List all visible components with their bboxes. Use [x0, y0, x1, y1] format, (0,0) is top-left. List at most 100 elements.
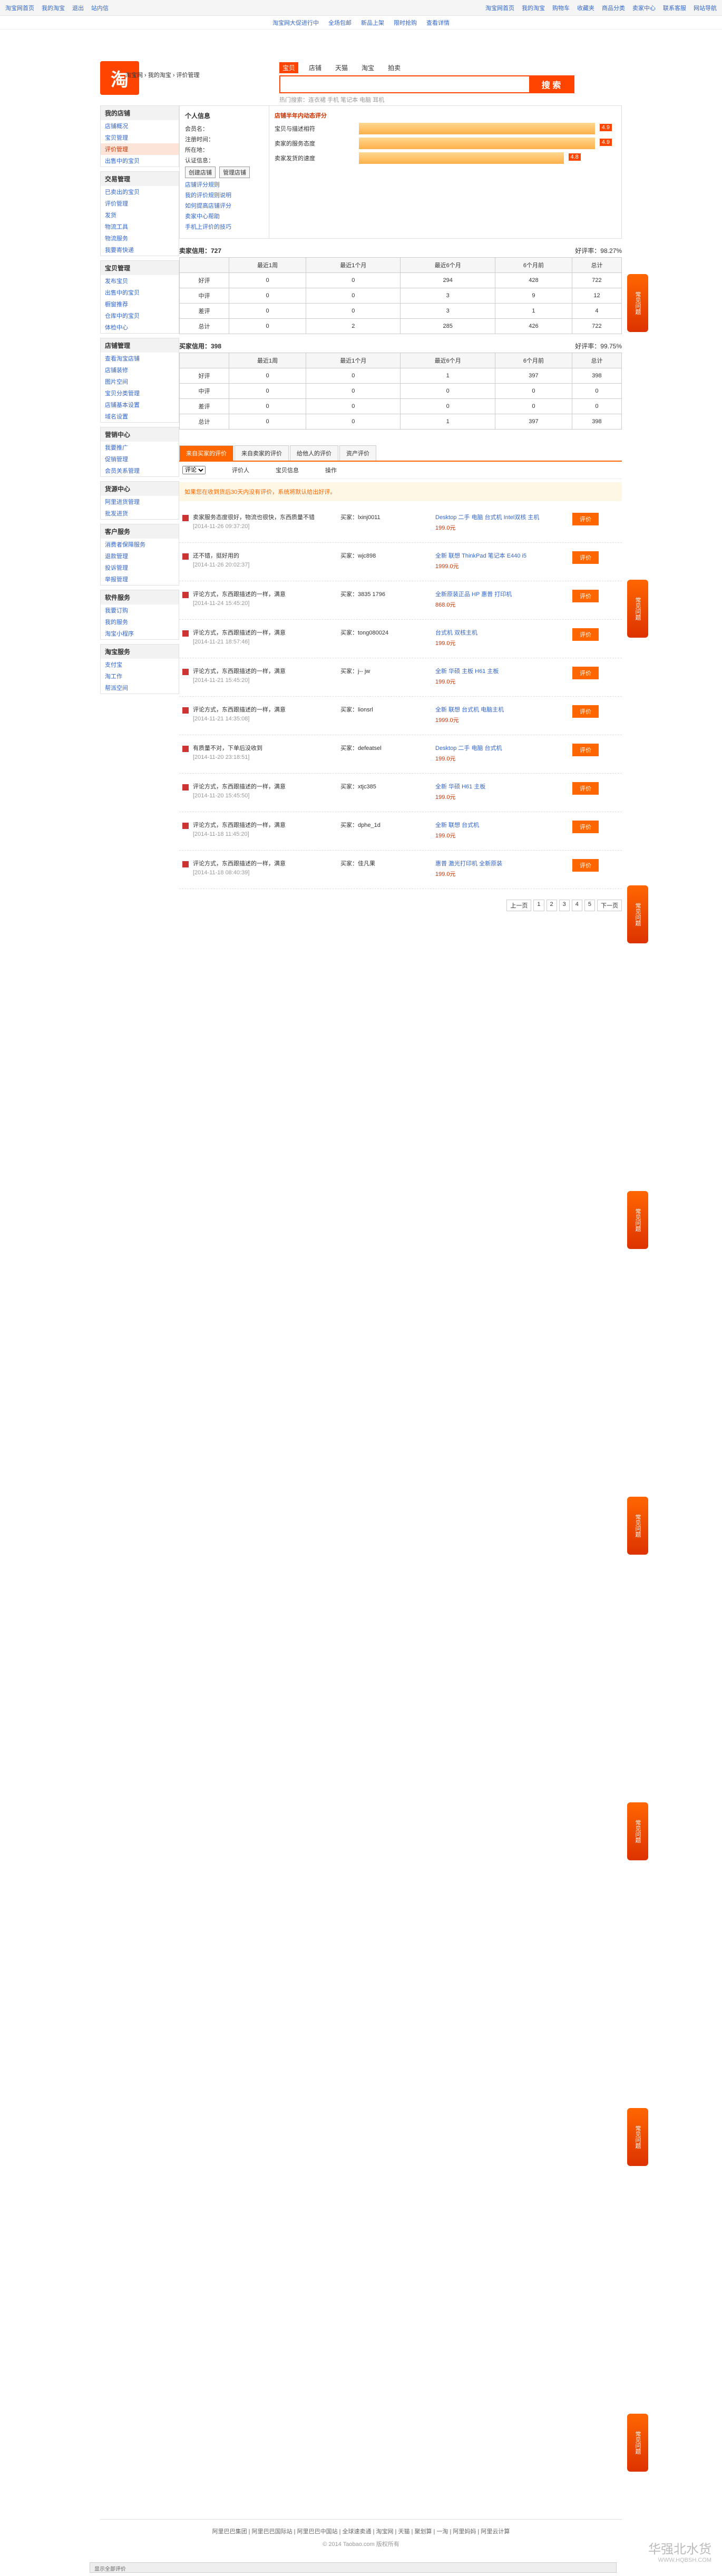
faq-mascot[interactable]: 常见问题 — [627, 274, 648, 332]
sidebar-item[interactable]: 退款管理 — [101, 550, 179, 562]
review-product[interactable]: 全新 华硕 H61 主板 199.0元 — [435, 782, 572, 803]
reviewer[interactable]: 买家：lionsrl — [340, 705, 435, 726]
pager-button[interactable]: 1 — [533, 900, 544, 911]
table-cell[interactable]: 12 — [571, 288, 622, 304]
sidebar-item[interactable]: 查看淘宝店铺 — [101, 353, 179, 364]
reply-button[interactable]: 评价 — [572, 782, 599, 795]
product-name[interactable]: 台式机 双核主机 — [435, 630, 477, 636]
pager-button[interactable]: 4 — [571, 900, 582, 911]
table-cell[interactable]: 722 — [571, 318, 622, 334]
sidebar-item[interactable]: 出售中的宝贝 — [101, 155, 179, 167]
review-tab[interactable]: 来自买家的评价 — [179, 445, 233, 461]
profile-link[interactable]: 我的评价规则说明 — [185, 191, 264, 199]
sidebar-item[interactable]: 橱窗推荐 — [101, 298, 179, 310]
sidebar-item[interactable]: 消费者保障服务 — [101, 539, 179, 550]
reply-button[interactable]: 评价 — [572, 859, 599, 872]
sidebar-item[interactable]: 已卖出的宝贝 — [101, 186, 179, 198]
review-tab[interactable]: 资产评价 — [339, 445, 376, 461]
topbar-link[interactable]: 网站导航 — [694, 4, 717, 12]
faq-mascot[interactable]: 常见问题 — [627, 580, 648, 638]
notice-link[interactable]: 限时抢购 — [394, 18, 417, 27]
pager-button[interactable]: 下一页 — [597, 900, 622, 911]
manage-shop-button[interactable]: 管理店铺 — [219, 167, 250, 178]
sidebar-item[interactable]: 帮派空间 — [101, 682, 179, 694]
review-product[interactable]: 全新 华硕 主板 H61 主板 199.0元 — [435, 667, 572, 688]
reply-button[interactable]: 评价 — [572, 590, 599, 602]
sidebar-item[interactable]: 发货 — [101, 209, 179, 221]
topbar-link[interactable]: 卖家中心 — [632, 4, 656, 12]
sidebar-item[interactable]: 评价管理 — [101, 143, 179, 155]
topbar-link[interactable]: 淘宝网首页 — [5, 4, 34, 12]
product-name[interactable]: 全新原装正品 HP 惠普 打印机 — [435, 591, 512, 598]
topbar-link[interactable]: 站内信 — [91, 4, 109, 12]
product-name[interactable]: 全新 华硕 主板 H61 主板 — [435, 668, 499, 675]
sidebar-item[interactable]: 图片空间 — [101, 376, 179, 387]
profile-link[interactable]: 卖家中心帮助 — [185, 212, 264, 220]
sidebar-item[interactable]: 阿里进货管理 — [101, 496, 179, 508]
product-name[interactable]: 全新 华硕 H61 主板 — [435, 784, 485, 790]
notice-link[interactable]: 新品上架 — [361, 18, 384, 27]
reply-button[interactable]: 评价 — [572, 821, 599, 833]
sidebar-item[interactable]: 仓库中的宝贝 — [101, 310, 179, 321]
search-tab[interactable]: 店铺 — [306, 62, 325, 73]
footer-links[interactable]: 阿里巴巴集团 | 阿里巴巴国际站 | 阿里巴巴中国站 | 全球速卖通 | 淘宝网… — [100, 2527, 622, 2535]
reply-button[interactable]: 评价 — [572, 667, 599, 679]
profile-link[interactable]: 如何提高店铺评分 — [185, 201, 264, 210]
topbar-link[interactable]: 联系客服 — [663, 4, 686, 12]
table-cell[interactable]: 4 — [571, 303, 622, 319]
reviewer[interactable]: 买家：3835 1796 — [340, 590, 435, 611]
product-name[interactable]: Desktop 二手 电脑 台式机 — [435, 745, 502, 752]
pager-button[interactable]: 5 — [584, 900, 595, 911]
sidebar-item[interactable]: 出售中的宝贝 — [101, 287, 179, 298]
pager-button[interactable]: 上一页 — [506, 900, 532, 911]
sidebar-item[interactable]: 我要推广 — [101, 442, 179, 453]
topbar-link[interactable]: 我的淘宝 — [522, 4, 545, 12]
reviewer[interactable]: 买家：lxinj0011 — [340, 513, 435, 534]
reply-button[interactable]: 评价 — [572, 628, 599, 641]
sidebar-item[interactable]: 投诉管理 — [101, 562, 179, 573]
review-product[interactable]: 台式机 双核主机 199.0元 — [435, 628, 572, 649]
sidebar-item[interactable]: 我的服务 — [101, 616, 179, 628]
sidebar-item[interactable]: 我要订购 — [101, 604, 179, 616]
reviewer[interactable]: 买家：tong080024 — [340, 628, 435, 649]
search-tab[interactable]: 淘宝 — [358, 62, 377, 73]
rating-filter[interactable]: 评论 — [182, 466, 206, 474]
faq-mascot[interactable]: 常见问题 — [627, 1802, 648, 1860]
search-button[interactable]: 搜 索 — [529, 76, 573, 92]
sidebar-item[interactable]: 我要寄快递 — [101, 244, 179, 256]
sidebar-item[interactable]: 店铺装修 — [101, 364, 179, 376]
faq-mascot[interactable]: 常见问题 — [627, 885, 648, 943]
create-shop-button[interactable]: 创建店铺 — [185, 167, 216, 178]
sidebar-item[interactable]: 宝贝管理 — [101, 132, 179, 143]
faq-mascot[interactable]: 常见问题 — [627, 2108, 648, 2166]
review-tab[interactable]: 来自卖家的评价 — [235, 445, 289, 461]
topbar-link[interactable]: 淘宝网首页 — [485, 4, 514, 12]
reviewer[interactable]: 买家：dphe_1d — [340, 821, 435, 842]
search-tab[interactable]: 拍卖 — [385, 62, 404, 73]
sidebar-item[interactable]: 促销管理 — [101, 453, 179, 465]
reviewer[interactable]: 买家：佳凡果 — [340, 859, 435, 880]
pager-button[interactable]: 3 — [559, 900, 570, 911]
table-cell[interactable]: 0 — [571, 383, 622, 399]
profile-link[interactable]: 店铺评分规则 — [185, 180, 264, 189]
product-name[interactable]: 全新 联想 台式机 电脑主机 — [435, 707, 504, 713]
review-product[interactable]: Desktop 二手 电脑 台式机 199.0元 — [435, 744, 572, 765]
sidebar-item[interactable]: 发布宝贝 — [101, 275, 179, 287]
faq-mascot[interactable]: 常见问题 — [627, 1191, 648, 1249]
reviewer[interactable]: 买家：defeatsel — [340, 744, 435, 765]
table-cell[interactable]: 0 — [571, 398, 622, 414]
product-name[interactable]: 惠普 激光打印机 全新原装 — [435, 861, 502, 867]
sidebar-item[interactable]: 物流工具 — [101, 221, 179, 232]
search-input[interactable] — [280, 76, 529, 92]
reply-button[interactable]: 评价 — [572, 513, 599, 525]
product-name[interactable]: 全新 联想 台式机 — [435, 822, 479, 828]
review-product[interactable]: 全新 联想 台式机 199.0元 — [435, 821, 572, 842]
profile-link[interactable]: 手机上评价的技巧 — [185, 222, 264, 231]
reviewer[interactable]: 买家：wjc898 — [340, 551, 435, 572]
pager-button[interactable]: 2 — [546, 900, 557, 911]
reply-button[interactable]: 评价 — [572, 705, 599, 718]
sidebar-item[interactable]: 物流服务 — [101, 232, 179, 244]
topbar-link[interactable]: 我的淘宝 — [42, 4, 65, 12]
search-tab[interactable]: 天猫 — [332, 62, 351, 73]
sidebar-item[interactable]: 批发进货 — [101, 508, 179, 519]
